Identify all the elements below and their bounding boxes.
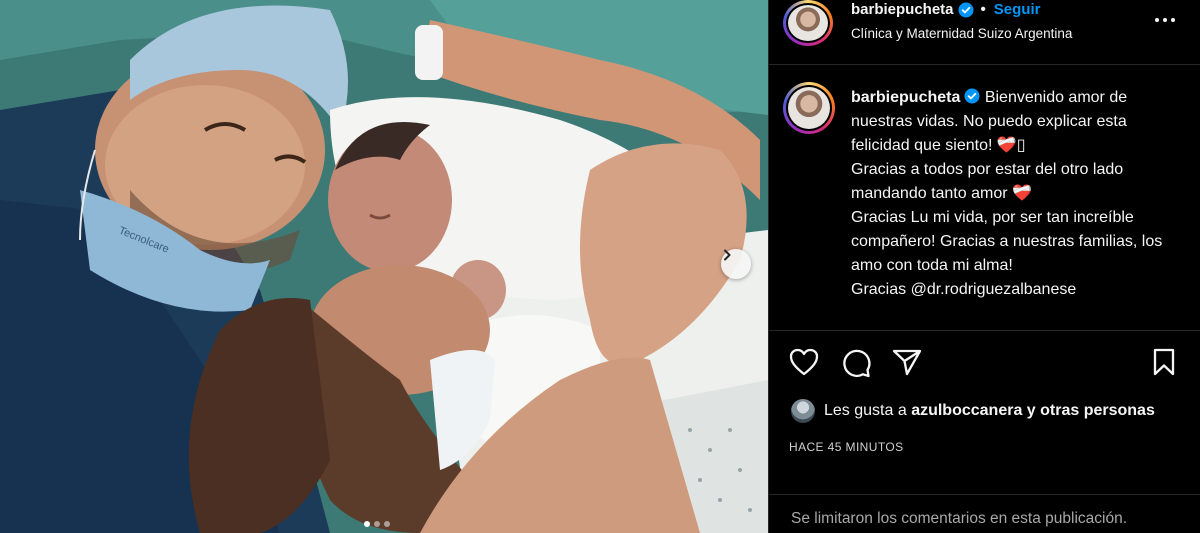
carousel-next-button[interactable] [721,249,751,279]
carousel-dot-3 [384,521,390,527]
likes-prefix: Les gusta a [824,402,907,419]
author-username[interactable]: barbiepucheta [851,1,954,18]
caption-author-avatar[interactable] [783,82,835,134]
liker-avatar [791,399,815,423]
comments-limited-notice: Se limitaron los comentarios en esta pub… [769,494,1200,533]
likes-summary[interactable]: Les gusta a azulboccanera y otras person… [791,399,1155,423]
header-separator: • [980,1,986,18]
post-actions-bar [769,330,1200,396]
likes-suffix[interactable]: y otras personas [1027,402,1155,420]
caption-text-2: Gracias a todos por estar del otro lado … [851,161,1124,202]
heart-icon[interactable] [789,348,819,376]
post-caption: barbiepucheta Bienvenido amor de nuestra… [851,86,1187,302]
caption-area: barbiepucheta Bienvenido amor de nuestra… [769,66,1200,330]
chevron-right-icon [724,249,731,261]
profile-photo [788,87,830,129]
missing-glyph: ▯ [1016,137,1026,154]
follow-button[interactable]: Seguir [994,1,1041,18]
mending-heart-emoji: ❤️‍🩹 [1012,185,1032,202]
carousel-dot-2 [374,521,380,527]
post-photo[interactable]: Tecnolcare [0,0,768,533]
verified-badge-icon [964,88,980,104]
caption-username[interactable]: barbiepucheta [851,89,960,106]
post-side-panel: barbiepucheta • Seguir Clínica y Materni… [768,0,1200,533]
comment-icon[interactable] [841,348,871,378]
profile-photo [788,5,828,41]
post-header: barbiepucheta • Seguir Clínica y Materni… [769,0,1200,65]
liker-username[interactable]: azulboccanera [911,402,1022,420]
post-timestamp[interactable]: HACE 45 MINUTOS [789,440,903,454]
mending-heart-emoji: ❤️‍🩹 [996,137,1017,154]
newborn-family-photo: Tecnolcare [0,0,768,533]
author-avatar[interactable] [783,0,833,46]
caption-text-3: Gracias Lu mi vida, por ser tan increíbl… [851,209,1163,274]
post-location[interactable]: Clínica y Maternidad Suizo Argentina [851,26,1072,41]
bookmark-icon[interactable] [1152,348,1176,376]
author-line: barbiepucheta • Seguir [851,1,1040,18]
carousel-dot-1 [364,521,370,527]
carousel-dots [364,521,390,527]
caption-text-4[interactable]: Gracias @dr.rodriguezalbanese [851,278,1187,302]
verified-badge-icon [958,2,974,17]
more-options-icon[interactable] [1154,9,1176,31]
send-icon[interactable] [892,348,922,376]
